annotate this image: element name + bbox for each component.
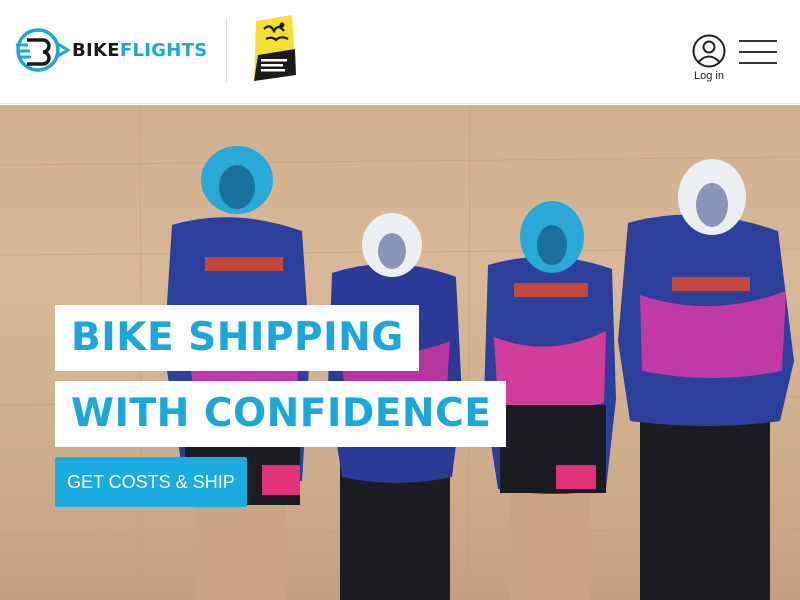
hero-headline-line-2: WITH CONFIDENCE — [55, 381, 507, 447]
site-header: BIKEFLIGHTS Log in — [0, 0, 800, 104]
user-circle-icon — [692, 34, 726, 68]
hamburger-menu-icon-bar — [739, 51, 777, 53]
brand-name: BIKEFLIGHTS — [72, 40, 208, 61]
brand-name-part1: BIKE — [72, 39, 120, 61]
hero-headline-line-1: BIKE SHIPPING — [55, 305, 419, 371]
brand-name-part2: FLIGHTS — [119, 39, 208, 61]
hero-banner: BIKE SHIPPING WITH CONFIDENCE GET COSTS … — [0, 105, 800, 600]
cyclist-1 — [164, 146, 310, 600]
login-button[interactable]: Log in — [688, 34, 730, 86]
login-label: Log in — [694, 70, 724, 82]
bikeflights-logo[interactable]: BIKEFLIGHTS — [14, 28, 208, 72]
header-divider — [226, 18, 227, 82]
tour-de-france-logo — [254, 15, 296, 81]
bikeflights-logo-icon — [16, 28, 70, 72]
hamburger-menu-icon — [739, 40, 777, 42]
hamburger-menu-icon-bar — [739, 62, 777, 64]
get-costs-and-ship-button[interactable]: GET COSTS & SHIP — [55, 457, 247, 507]
cyclist-4 — [618, 159, 794, 600]
hamburger-menu-button[interactable] — [739, 38, 777, 66]
